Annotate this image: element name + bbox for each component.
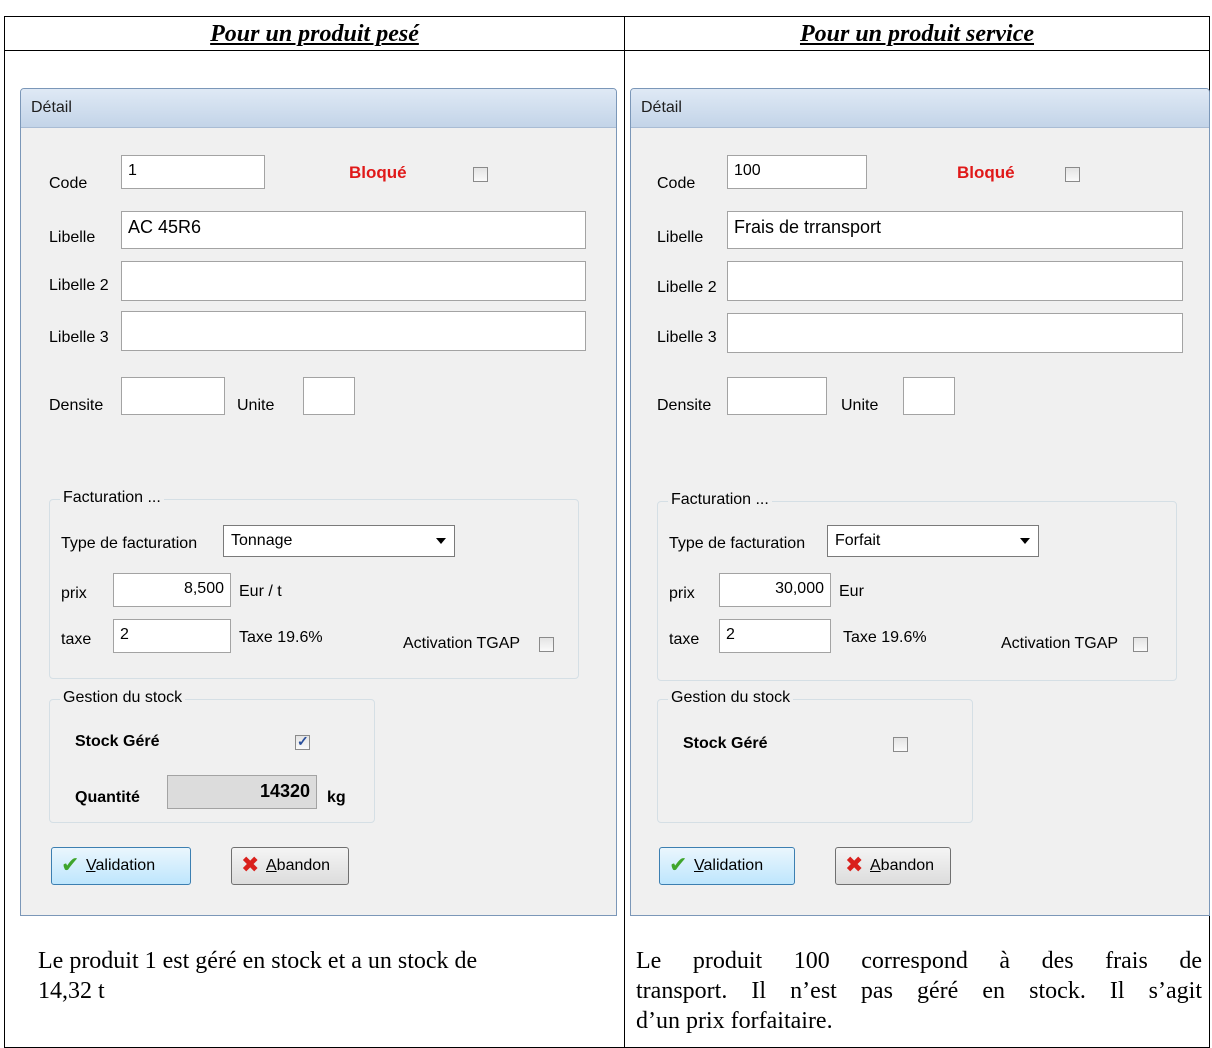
libelle3-label: Libelle 3 [49,329,109,346]
facturation-legend: Facturation ... [668,491,772,509]
dialog-title: Détail [641,99,682,116]
validation-button[interactable]: Validation [659,847,795,885]
densite-label: Densite [657,397,712,414]
quantite-field: 14320 [167,775,317,809]
libelle-input[interactable]: AC 45R6 [121,211,586,249]
right-caption-line: transport. Il n’est pas géré en stock. I… [636,978,1202,1004]
bloque-label: Bloqué [957,163,1015,182]
abandon-button[interactable]: Abandon [835,847,951,885]
bloque-checkbox[interactable] [1065,167,1080,182]
facturation-legend: Facturation ... [60,489,164,507]
stock-gere-label: Stock Géré [75,733,160,750]
stock-gere-checkbox[interactable] [893,737,908,752]
dialog-titlebar: Détail [21,89,616,128]
tgap-checkbox[interactable] [539,637,554,652]
chevron-down-icon [436,538,446,544]
stock-group: Gestion du stock [657,689,973,823]
column-divider [624,17,625,1047]
prix-input[interactable]: 8,500 [113,573,231,607]
quantite-unit: kg [327,789,346,806]
check-icon [668,853,690,878]
libelle2-input[interactable] [121,261,586,301]
stock-legend: Gestion du stock [60,689,186,707]
abandon-button[interactable]: Abandon [231,847,349,885]
libelle3-input[interactable] [727,313,1183,353]
code-input[interactable]: 100 [727,155,867,189]
densite-input[interactable] [121,377,225,415]
tgap-checkbox[interactable] [1133,637,1148,652]
densite-input[interactable] [727,377,827,415]
right-column-header: Pour un produit service [799,21,1035,47]
libelle2-input[interactable] [727,261,1183,301]
type-facturation-select[interactable]: Tonnage [223,525,455,557]
unite-label: Unite [841,397,879,414]
right-detail-dialog: Détail Code 100 Bloqué Libelle Frais de … [630,88,1210,916]
left-caption: Le produit 1 est géré en stock et a un s… [38,946,608,1006]
taxe-label: taxe [61,631,92,648]
left-caption-line: Le produit 1 est géré en stock et a un s… [38,948,478,974]
code-label: Code [657,175,696,192]
validation-label: Validation [694,857,764,874]
prix-label: prix [61,585,87,602]
right-caption-line: d’un prix forfaitaire. [636,1008,833,1034]
left-detail-dialog: Détail Code 1 Bloqué Libelle AC 45R6 Lib… [20,88,617,916]
type-facturation-value: Forfait [835,532,881,549]
left-caption-line: 14,32 t [38,978,105,1004]
libelle-label: Libelle [49,229,96,246]
code-input[interactable]: 1 [121,155,265,189]
left-column-header: Pour un produit pesé [210,21,419,47]
libelle-label: Libelle [657,229,704,246]
unite-label: Unite [237,397,275,414]
prix-label: prix [669,585,695,602]
abandon-label: Abandon [266,857,331,874]
dialog-title: Détail [31,99,72,116]
libelle3-label: Libelle 3 [657,329,717,346]
code-label: Code [49,175,88,192]
tgap-label: Activation TGAP [403,635,521,652]
libelle2-label: Libelle 2 [49,277,109,294]
unite-input[interactable] [303,377,355,415]
unite-input[interactable] [903,377,955,415]
taxe-rate: Taxe 19.6% [843,629,927,646]
prix-input[interactable]: 30,000 [719,573,831,607]
chevron-down-icon [1020,538,1030,544]
close-icon [240,853,262,878]
prix-unit: Eur [839,583,864,600]
validation-label: Validation [86,857,156,874]
quantite-label: Quantité [75,789,140,806]
stock-gere-checkbox[interactable] [295,733,310,750]
type-facturation-select[interactable]: Forfait [827,525,1039,557]
validation-button[interactable]: Validation [51,847,191,885]
prix-unit: Eur / t [239,583,282,600]
libelle2-label: Libelle 2 [657,279,717,296]
right-caption: Le produit 100 correspond à des frais de… [636,946,1202,1036]
bloque-checkbox[interactable] [473,167,488,182]
taxe-input[interactable]: 2 [113,619,231,653]
tgap-label: Activation TGAP [1001,635,1119,652]
densite-label: Densite [49,397,104,414]
type-facturation-label: Type de facturation [669,535,806,552]
dialog-titlebar: Détail [631,89,1209,128]
check-icon [60,853,82,878]
bloque-label: Bloqué [349,163,407,182]
taxe-input[interactable]: 2 [719,619,831,653]
libelle3-input[interactable] [121,311,586,351]
stock-legend: Gestion du stock [668,689,794,707]
stock-gere-label: Stock Géré [683,735,768,752]
type-facturation-value: Tonnage [231,532,293,549]
taxe-label: taxe [669,631,700,648]
taxe-rate: Taxe 19.6% [239,629,323,646]
right-caption-line: Le produit 100 correspond à des frais de [636,948,1202,974]
libelle-input[interactable]: Frais de trransport [727,211,1183,249]
header-divider [5,50,1209,51]
type-facturation-label: Type de facturation [61,535,198,552]
abandon-label: Abandon [870,857,935,874]
close-icon [844,853,866,878]
